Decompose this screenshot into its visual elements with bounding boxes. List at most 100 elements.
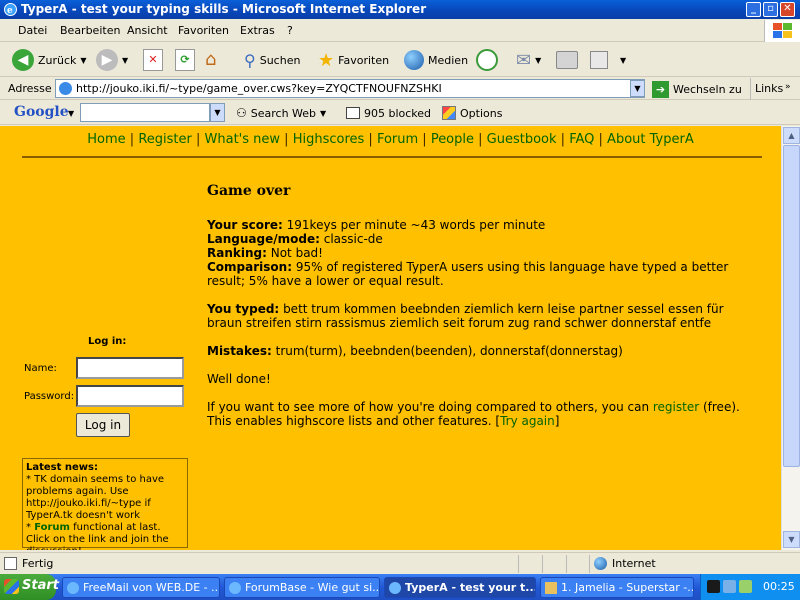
back-button[interactable]: ◀ Zurück ▼	[12, 47, 87, 73]
media-globe-icon	[404, 50, 424, 70]
star-icon: ★	[318, 49, 335, 71]
address-input[interactable]: http://jouko.iki.fi/~type/game_over.cws?…	[55, 79, 645, 98]
go-arrow-icon: ➔	[652, 80, 669, 98]
try-again-link[interactable]: Try again	[500, 414, 555, 428]
menu-favoriten[interactable]: Favoriten	[178, 24, 229, 37]
google-search-dropdown[interactable]: ▼	[210, 103, 225, 122]
menu-ansicht[interactable]: Ansicht	[127, 24, 168, 37]
google-search-input[interactable]	[80, 103, 210, 122]
scroll-down-icon[interactable]: ▼	[783, 531, 800, 548]
favorites-button[interactable]: ★ Favoriten	[318, 47, 389, 73]
name-input[interactable]	[76, 357, 184, 379]
print-button[interactable]	[556, 47, 578, 73]
menu-datei[interactable]: Datei	[18, 24, 47, 37]
taskbar-item-freemail[interactable]: FreeMail von WEB.DE - ...	[62, 577, 220, 598]
nav-highscores[interactable]: Highscores	[293, 132, 365, 147]
media-button[interactable]: Medien	[404, 47, 468, 73]
login-form: Log in: Name: Password: Log in	[22, 336, 192, 439]
info-block: If you want to see more of how you're do…	[207, 400, 740, 428]
search-button[interactable]: ⚲ Suchen	[244, 47, 300, 73]
back-arrow-icon: ◀	[12, 49, 34, 71]
register-link[interactable]: register	[653, 400, 699, 414]
menu-bearbeiten[interactable]: Bearbeiten	[60, 24, 120, 37]
tray-icon[interactable]	[707, 580, 720, 593]
popup-blocker-icon	[346, 107, 360, 119]
history-button[interactable]	[476, 47, 498, 73]
mail-button[interactable]: ✉ ▼	[516, 47, 541, 73]
nav-home[interactable]: Home	[87, 132, 125, 147]
network-icon[interactable]	[723, 580, 736, 593]
home-button[interactable]: ⌂	[205, 47, 227, 73]
nav-guestbook[interactable]: Guestbook	[487, 132, 557, 147]
language-value: classic-de	[323, 232, 383, 246]
links-label[interactable]: Links	[755, 82, 783, 95]
score-value: 191keys per minute ~43 words per minute	[286, 218, 546, 232]
nav-faq[interactable]: FAQ	[569, 132, 594, 147]
options-button[interactable]: Options	[442, 104, 502, 122]
go-button[interactable]: ➔ Wechseln zu	[652, 79, 742, 99]
divider	[518, 555, 519, 573]
nav-forum[interactable]: Forum	[377, 132, 418, 147]
forum-link[interactable]: Forum	[34, 522, 70, 533]
nav-whats-new[interactable]: What's new	[205, 132, 281, 147]
toolbar: ◀ Zurück ▼ ▶ ▼ ✕ ⟳ ⌂ ⚲ Suchen ★ Favorite…	[0, 43, 800, 77]
site-nav: Home | Register | What's new | Highscore…	[87, 132, 694, 147]
taskbar-item-forumbase[interactable]: ForumBase - Wie gut si...	[224, 577, 380, 598]
menu-extras[interactable]: Extras	[240, 24, 275, 37]
password-input[interactable]	[76, 385, 184, 407]
task-label: 1. Jamelia - Superstar -...	[561, 581, 694, 594]
scroll-up-icon[interactable]: ▲	[783, 127, 800, 144]
system-tray: 00:25	[700, 574, 800, 600]
news-item: * TK domain seems to have problems again…	[26, 474, 165, 521]
close-button[interactable]: ✕	[780, 2, 795, 17]
ie-icon	[229, 582, 241, 594]
address-dropdown-button[interactable]: ▼	[630, 80, 645, 97]
edit-button[interactable]: ▼	[590, 47, 626, 73]
stop-button[interactable]: ✕	[143, 47, 163, 73]
options-icon	[442, 106, 456, 120]
status-bar: Fertig Internet	[0, 552, 800, 574]
url-text: http://jouko.iki.fi/~type/game_over.cws?…	[76, 82, 442, 95]
chevron-down-icon: ▼	[535, 55, 542, 65]
news-title: Latest news:	[26, 462, 98, 473]
well-done-text: Well done!	[207, 372, 271, 386]
nav-people[interactable]: People	[431, 132, 474, 147]
chevron-down-icon[interactable]: ▼	[68, 109, 74, 118]
nav-divider	[22, 156, 762, 158]
news-bullet: *	[26, 522, 31, 533]
score-label: Your score:	[207, 218, 283, 232]
page-content: Home | Register | What's new | Highscore…	[0, 126, 781, 550]
page-icon	[59, 82, 72, 95]
volume-icon[interactable]	[739, 580, 752, 593]
chevron-right-icon[interactable]: »	[785, 82, 791, 92]
menu-help[interactable]: ?	[287, 24, 293, 37]
popup-blocker-button[interactable]: 905 blocked	[346, 104, 431, 122]
search-web-button[interactable]: ⚇ Search Web ▼	[236, 104, 326, 122]
vertical-scrollbar[interactable]: ▲ ▼	[781, 126, 800, 550]
google-toolbar: Google ▼ ▼ ⚇ Search Web ▼ 905 blocked Op…	[0, 101, 800, 125]
menu-bar: Datei Bearbeiten Ansicht Favoriten Extra…	[0, 20, 800, 42]
address-bar: Adresse http://jouko.iki.fi/~type/game_o…	[0, 78, 800, 100]
maximize-button[interactable]: ▫	[763, 2, 778, 17]
taskbar-item-typera[interactable]: TyperA - test your t...	[384, 577, 536, 598]
ie-icon	[67, 582, 79, 594]
nav-register[interactable]: Register	[138, 132, 192, 147]
edit-icon	[590, 51, 608, 69]
refresh-button[interactable]: ⟳	[175, 47, 195, 73]
login-button[interactable]: Log in	[76, 413, 130, 437]
forward-button[interactable]: ▶ ▼	[96, 47, 128, 73]
forward-arrow-icon: ▶	[96, 49, 118, 71]
login-title: Log in:	[88, 336, 127, 347]
mistakes-label: Mistakes:	[207, 344, 272, 358]
windows-flag-icon	[4, 579, 19, 594]
search-web-label: Search Web	[250, 106, 317, 120]
zone-label: Internet	[612, 557, 656, 570]
scroll-thumb[interactable]	[783, 145, 800, 467]
home-icon: ⌂	[205, 49, 217, 70]
google-logo[interactable]: Google	[14, 104, 69, 120]
start-button[interactable]: Start	[0, 574, 59, 600]
news-box: Latest news: * TK domain seems to have p…	[22, 458, 188, 550]
taskbar-item-jamelia[interactable]: 1. Jamelia - Superstar -...	[540, 577, 694, 598]
minimize-button[interactable]: _	[746, 2, 761, 17]
nav-about[interactable]: About TyperA	[607, 132, 694, 147]
